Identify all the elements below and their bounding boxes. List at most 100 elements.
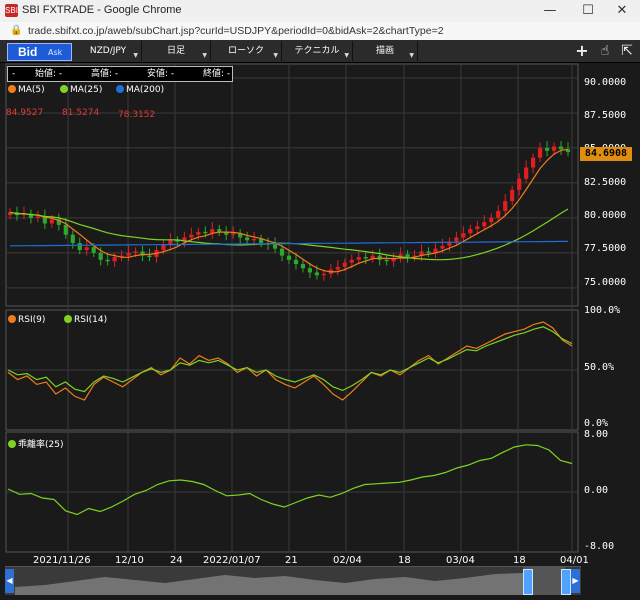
maximize-button[interactable]: ☐ [570, 0, 606, 22]
deviation-label: 乖離率(25) [18, 440, 64, 450]
chevron-down-icon: ▼ [344, 52, 349, 59]
ma5-label: MA(5) [18, 85, 45, 95]
period-select[interactable]: 日足 ▼ [142, 41, 211, 61]
candle-body [77, 243, 82, 251]
date-axis-tick: 18 [398, 555, 411, 566]
legend-rsi9: RSI(9) [8, 315, 45, 325]
navigator-right-handle[interactable] [561, 569, 571, 595]
candle-body [252, 238, 257, 241]
candle-body [440, 245, 445, 249]
candle-body [496, 210, 501, 218]
candle-body [279, 248, 285, 256]
navigator-right-arrow[interactable]: ▶ [571, 569, 580, 593]
bid-ask-toggle[interactable]: Bid Ask [7, 43, 72, 61]
price-axis-tick: 90.0000 [584, 77, 627, 88]
ma200-value: 78.3152 [118, 110, 156, 120]
url-text[interactable]: trade.sbifxt.co.jp/aweb/subChart.jsp?cur… [28, 25, 444, 37]
candle-body [321, 273, 326, 276]
ohlc-close: 終値: - [203, 69, 231, 79]
candle-body [63, 224, 68, 235]
price-axis-tick: 80.0000 [584, 210, 627, 221]
candle-body [356, 257, 361, 260]
price-axis-tick: 82.5000 [584, 177, 627, 188]
legend-ma200: MA(200) [116, 85, 164, 95]
candle-body [468, 229, 473, 234]
address-bar[interactable]: 🔒 trade.sbifxt.co.jp/aweb/subChart.jsp?c… [0, 22, 640, 41]
ma25-value: 81.5274 [62, 108, 100, 118]
browser-title-bar: SBI SBI FXTRADE - Google Chrome — ☐ ✕ [0, 0, 640, 23]
candle-body [482, 222, 487, 227]
candle-body [217, 229, 222, 232]
window-title: SBI FXTRADE - Google Chrome [22, 4, 182, 16]
candle-body [105, 259, 110, 262]
rsi-axis-tick: 0.0% [584, 418, 609, 429]
candle-body [49, 219, 54, 224]
candle-body [426, 251, 431, 253]
candle-body [454, 237, 459, 242]
current-price-tag: 84.6908 [580, 147, 632, 161]
candle-body [91, 247, 96, 253]
rsi9-line [7, 321, 573, 401]
pointer-icon[interactable]: ⇱ [616, 41, 638, 61]
candle-body [510, 189, 515, 202]
candle-body [231, 233, 236, 235]
candle-body [544, 147, 550, 151]
range-navigator[interactable]: ◀ ▶ [5, 566, 581, 595]
candle-body [335, 266, 340, 270]
navigator-left-arrow[interactable]: ◀ [5, 569, 14, 593]
candle-body [84, 247, 89, 251]
chevron-down-icon: ▼ [133, 52, 138, 59]
date-axis-tick: 2022/01/07 [203, 555, 261, 566]
technical-select[interactable]: テクニカル ▼ [282, 41, 353, 61]
candle-body [405, 254, 410, 258]
deviation-axis-tick: 8.00 [584, 429, 609, 440]
candle-body [489, 217, 494, 223]
candle-body [189, 234, 194, 238]
crosshair-icon[interactable]: + [571, 41, 593, 61]
chevron-down-icon: ▼ [409, 52, 414, 59]
candle-body [349, 259, 354, 263]
chart-canvas[interactable] [0, 62, 640, 600]
minimize-button[interactable]: — [532, 0, 568, 22]
candle-body [342, 262, 347, 267]
close-button[interactable]: ✕ [604, 0, 640, 22]
candle-body [126, 252, 131, 256]
period-label: 日足 [166, 46, 185, 56]
rsi-axis-tick: 100.0% [584, 305, 621, 316]
technical-label: テクニカル [294, 46, 340, 56]
candle-body [384, 259, 389, 262]
candle-body [517, 178, 522, 190]
navigator-left-handle[interactable] [523, 569, 533, 595]
date-axis-tick: 2021/11/26 [33, 555, 91, 566]
candle-body [293, 259, 299, 265]
rsi14-dot [64, 315, 72, 323]
ma25-label: MA(25) [70, 85, 103, 95]
chevron-down-icon: ▼ [273, 52, 278, 59]
chart-area[interactable] [0, 62, 640, 600]
candle-body [147, 255, 152, 258]
draw-select[interactable]: 描画 ▼ [353, 41, 418, 61]
candle-body [461, 233, 466, 238]
ma200-label: MA(200) [126, 85, 165, 95]
candle-body [245, 237, 250, 241]
chevron-down-icon: ▼ [202, 52, 207, 59]
candle-body [286, 255, 292, 260]
ma25-dot [60, 85, 68, 93]
candle-body [503, 201, 508, 211]
ohlc-open: 始値: - [35, 69, 63, 79]
rsi14-label: RSI(14) [74, 315, 108, 325]
candle-body [168, 240, 173, 245]
hand-icon[interactable]: ☝ [594, 41, 616, 61]
chart-type-select[interactable]: ローソク ▼ [211, 41, 282, 61]
ma200-dot [116, 85, 124, 93]
candle-body [558, 146, 564, 150]
ohlc-low: 安値: - [147, 69, 175, 79]
currency-pair-select[interactable]: NZD/JPY ▼ [75, 41, 142, 61]
currency-pair-label: NZD/JPY [89, 46, 127, 56]
bid-label[interactable]: Bid [18, 44, 37, 60]
ask-label[interactable]: Ask [48, 46, 62, 60]
rsi9-label: RSI(9) [18, 315, 46, 325]
ohlc-readout: - 始値: - 高値: - 安値: - 終値: - [7, 66, 233, 82]
sbi-app-icon: SBI [5, 4, 18, 17]
candle-body [524, 167, 529, 179]
